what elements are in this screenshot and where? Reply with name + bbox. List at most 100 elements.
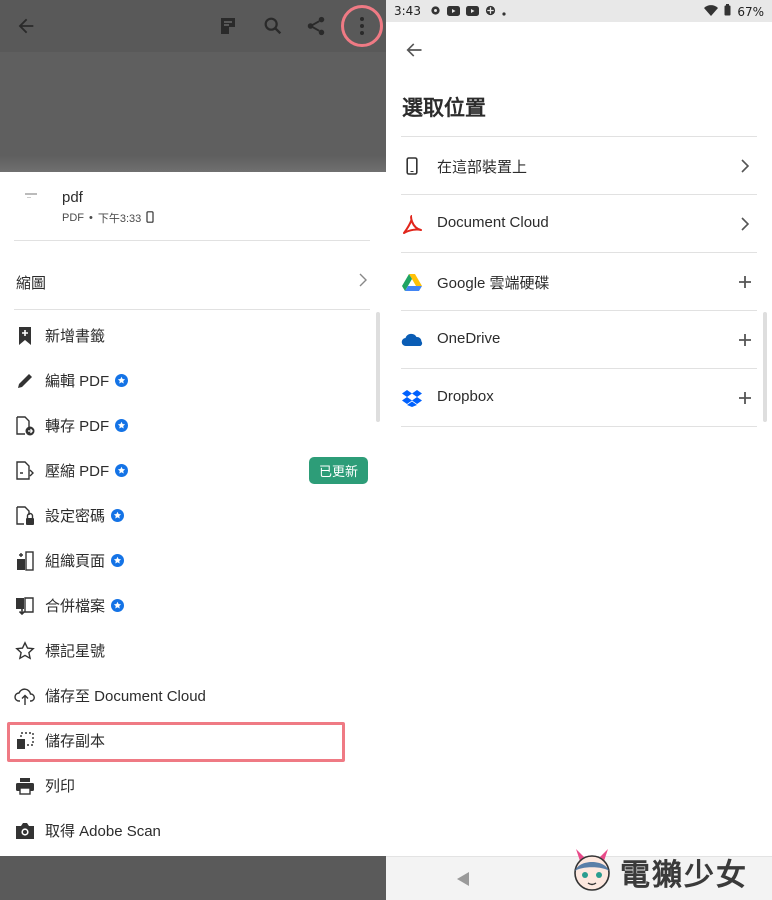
menu-item-label: 編輯 PDF (45, 370, 129, 391)
document-backdrop (0, 52, 386, 156)
location-label: OneDrive (437, 330, 501, 347)
star-outline-icon (14, 640, 36, 662)
premium-star-icon (115, 374, 129, 387)
device-icon (146, 210, 154, 226)
premium-star-icon (115, 464, 129, 477)
menu-item-label: 取得 Adobe Scan (45, 823, 161, 840)
file-thumbnail-icon (22, 190, 42, 210)
export-pdf-icon (14, 415, 36, 437)
premium-star-icon (111, 554, 125, 567)
youtube-icon (447, 5, 460, 19)
meta-separator: • (89, 212, 93, 224)
bookmark-add-icon (14, 325, 36, 347)
plus-icon (735, 387, 755, 409)
share-icon[interactable] (300, 10, 332, 42)
notification-icons (430, 5, 506, 19)
printer-icon (14, 775, 36, 797)
app-toolbar (0, 0, 386, 52)
search-icon[interactable] (257, 10, 289, 42)
menu-item-label: 轉存 PDF (45, 415, 129, 436)
location-on-device[interactable]: 在這部裝置上 (401, 137, 757, 195)
menu-item-print[interactable]: 列印 (0, 763, 386, 808)
mascot-logo-icon (570, 847, 614, 898)
menu-item-label: 壓縮 PDF (45, 460, 129, 481)
wifi-icon (704, 4, 719, 19)
watermark: 電獺少女 (570, 846, 748, 898)
organize-pages-icon (14, 550, 36, 572)
right-panel: 3:43 67% 選取位置 在這部裝置上 Document Cloud Goog… (386, 0, 772, 900)
scrollbar[interactable] (763, 312, 767, 422)
status-right: 67% (704, 4, 764, 19)
menu-item-edit-pdf[interactable]: 編輯 PDF (0, 358, 386, 403)
chevron-right-icon (735, 213, 755, 235)
menu-item-label: 標記星號 (45, 643, 106, 660)
action-menu: 新增書籤 編輯 PDF 轉存 PDF 壓縮 PDF 已更新 設定密碼 組織頁面 … (0, 313, 386, 853)
cloud-upload-icon (14, 685, 36, 707)
bottom-nav-shade (0, 856, 386, 900)
menu-item-save-to-document-cloud[interactable]: 儲存至 Document Cloud (0, 673, 386, 718)
backdrop-shadow (0, 156, 386, 172)
pencil-icon (14, 370, 36, 392)
camera-icon (14, 820, 36, 842)
menu-item-add-bookmark[interactable]: 新增書籤 (0, 313, 386, 358)
menu-item-compress-pdf[interactable]: 壓縮 PDF 已更新 (0, 448, 386, 493)
nav-back-icon[interactable] (456, 871, 470, 892)
menu-item-organize-pages[interactable]: 組織頁面 (0, 538, 386, 583)
battery-percent: 67% (737, 4, 764, 19)
premium-star-icon (111, 509, 125, 522)
location-dropbox[interactable]: Dropbox (401, 369, 757, 427)
file-meta: PDF • 下午3:33 (62, 210, 154, 226)
menu-item-label: 組織頁面 (45, 550, 125, 571)
menu-item-label: 新增書籤 (45, 328, 106, 345)
settings-gear-icon (430, 5, 441, 19)
plus-icon (735, 329, 755, 351)
google-drive-icon (401, 271, 423, 293)
file-type: PDF (62, 212, 84, 224)
menu-item-set-password[interactable]: 設定密碼 (0, 493, 386, 538)
location-label: Document Cloud (437, 214, 549, 231)
premium-star-icon (111, 599, 125, 612)
location-label: Google 雲端硬碟 (437, 275, 550, 292)
back-arrow-icon[interactable] (400, 36, 428, 64)
acrobat-icon (401, 213, 423, 235)
location-google-drive[interactable]: Google 雲端硬碟 (401, 253, 757, 311)
chevron-right-icon (735, 155, 755, 177)
updated-badge: 已更新 (309, 457, 369, 484)
premium-star-icon (115, 419, 129, 432)
more-options-highlight (341, 5, 383, 47)
save-copy-highlight (7, 722, 345, 762)
menu-item-combine-files[interactable]: 合併檔案 (0, 583, 386, 628)
location-list: 在這部裝置上 Document Cloud Google 雲端硬碟 OneDri… (401, 137, 757, 427)
location-onedrive[interactable]: OneDrive (401, 311, 757, 369)
menu-item-label: 設定密碼 (45, 505, 125, 526)
battery-icon (724, 4, 731, 19)
file-name: pdf (62, 189, 83, 206)
lock-document-icon (14, 505, 36, 527)
menu-item-export-pdf[interactable]: 轉存 PDF (0, 403, 386, 448)
chevron-right-icon (358, 272, 368, 293)
thumbnails-row[interactable]: 縮圖 (14, 262, 370, 302)
file-header: pdf PDF • 下午3:33 (14, 186, 370, 240)
combine-files-icon (14, 595, 36, 617)
watermark-text: 電獺少女 (620, 858, 748, 893)
location-document-cloud[interactable]: Document Cloud (401, 195, 757, 253)
menu-item-label: 合併檔案 (45, 595, 125, 616)
location-label: Dropbox (437, 388, 494, 405)
menu-item-star[interactable]: 標記星號 (0, 628, 386, 673)
status-bar: 3:43 67% (386, 0, 772, 22)
game-icon (485, 5, 496, 19)
back-arrow-icon[interactable] (10, 10, 42, 42)
divider (14, 309, 370, 310)
thumbnails-label: 縮圖 (16, 275, 47, 292)
plus-icon (735, 271, 755, 293)
left-panel: pdf PDF • 下午3:33 縮圖 新增書籤 編輯 PDF 轉存 PDF 壓… (0, 0, 386, 900)
menu-item-label: 列印 (45, 778, 76, 795)
dot-icon (502, 5, 506, 19)
dropbox-icon (401, 387, 423, 409)
menu-item-get-adobe-scan[interactable]: 取得 Adobe Scan (0, 808, 386, 853)
page-title: 選取位置 (402, 97, 486, 120)
location-label: 在這部裝置上 (437, 159, 528, 176)
reading-mode-icon[interactable] (212, 10, 244, 42)
compress-pdf-icon (14, 460, 36, 482)
status-time: 3:43 (394, 4, 421, 18)
